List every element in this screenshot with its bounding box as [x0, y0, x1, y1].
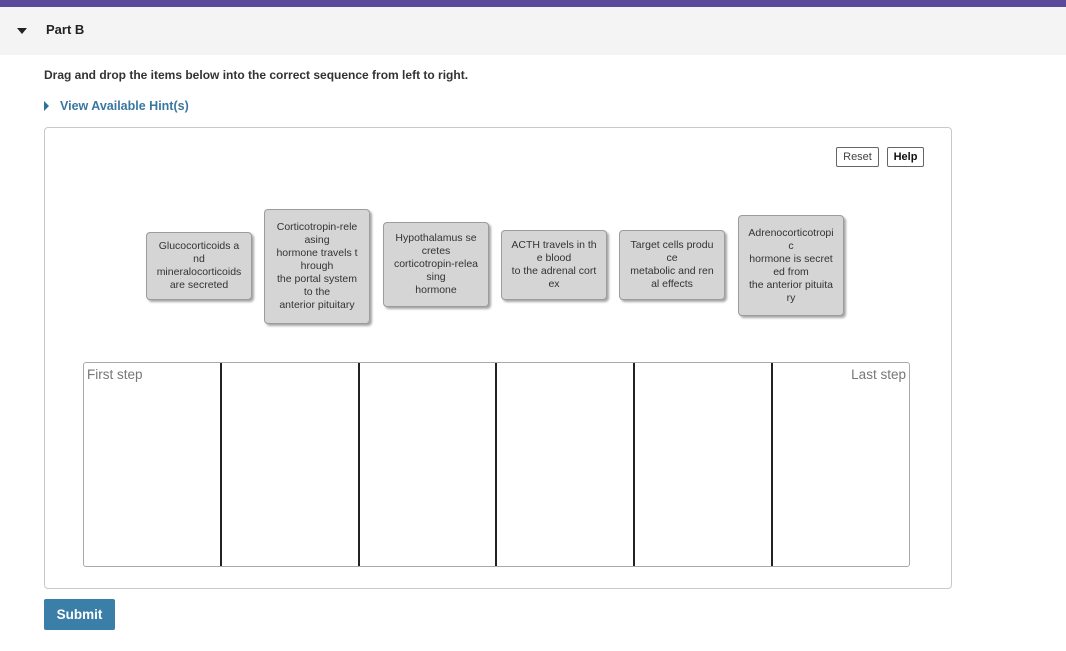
drop-slot[interactable] [222, 363, 360, 566]
draggable-item[interactable]: Target cells produ ce metabolic and ren … [619, 230, 725, 300]
expand-caret-icon [44, 101, 49, 111]
draggable-item[interactable]: Corticotropin-rele asing hormone travels… [264, 209, 370, 324]
drop-slot[interactable]: First step [84, 363, 222, 566]
draggable-item[interactable]: ACTH travels in th e blood to the adrena… [501, 230, 607, 300]
part-header[interactable]: Part B [0, 7, 1066, 55]
reset-button[interactable]: Reset [836, 147, 879, 167]
draggable-item[interactable]: Hypothalamus se cretes corticotropin-rel… [383, 222, 489, 307]
top-accent-stripe [0, 0, 1066, 7]
draggable-item[interactable]: Glucocorticoids a nd mineralocorticoids … [146, 232, 252, 300]
first-step-label: First step [87, 367, 143, 382]
sequence-drop-area: First step Last step [83, 362, 910, 567]
part-title: Part B [46, 22, 85, 37]
instructions-text: Drag and drop the items below into the c… [44, 68, 469, 82]
view-hints-toggle[interactable]: View Available Hint(s) [44, 98, 189, 114]
drag-drop-workspace: Reset Help Glucocorticoids a nd mineralo… [44, 127, 952, 589]
drop-slot[interactable] [360, 363, 498, 566]
drop-slot[interactable]: Last step [773, 363, 909, 566]
collapse-caret-icon[interactable] [17, 28, 27, 34]
last-step-label: Last step [851, 367, 906, 382]
help-button[interactable]: Help [887, 147, 924, 167]
draggable-item[interactable]: Adrenocorticotropi c hormone is secret e… [738, 215, 844, 316]
view-hints-link[interactable]: View Available Hint(s) [60, 99, 189, 113]
drop-slot[interactable] [635, 363, 774, 566]
drop-slot[interactable] [497, 363, 636, 566]
submit-button[interactable]: Submit [44, 599, 115, 630]
